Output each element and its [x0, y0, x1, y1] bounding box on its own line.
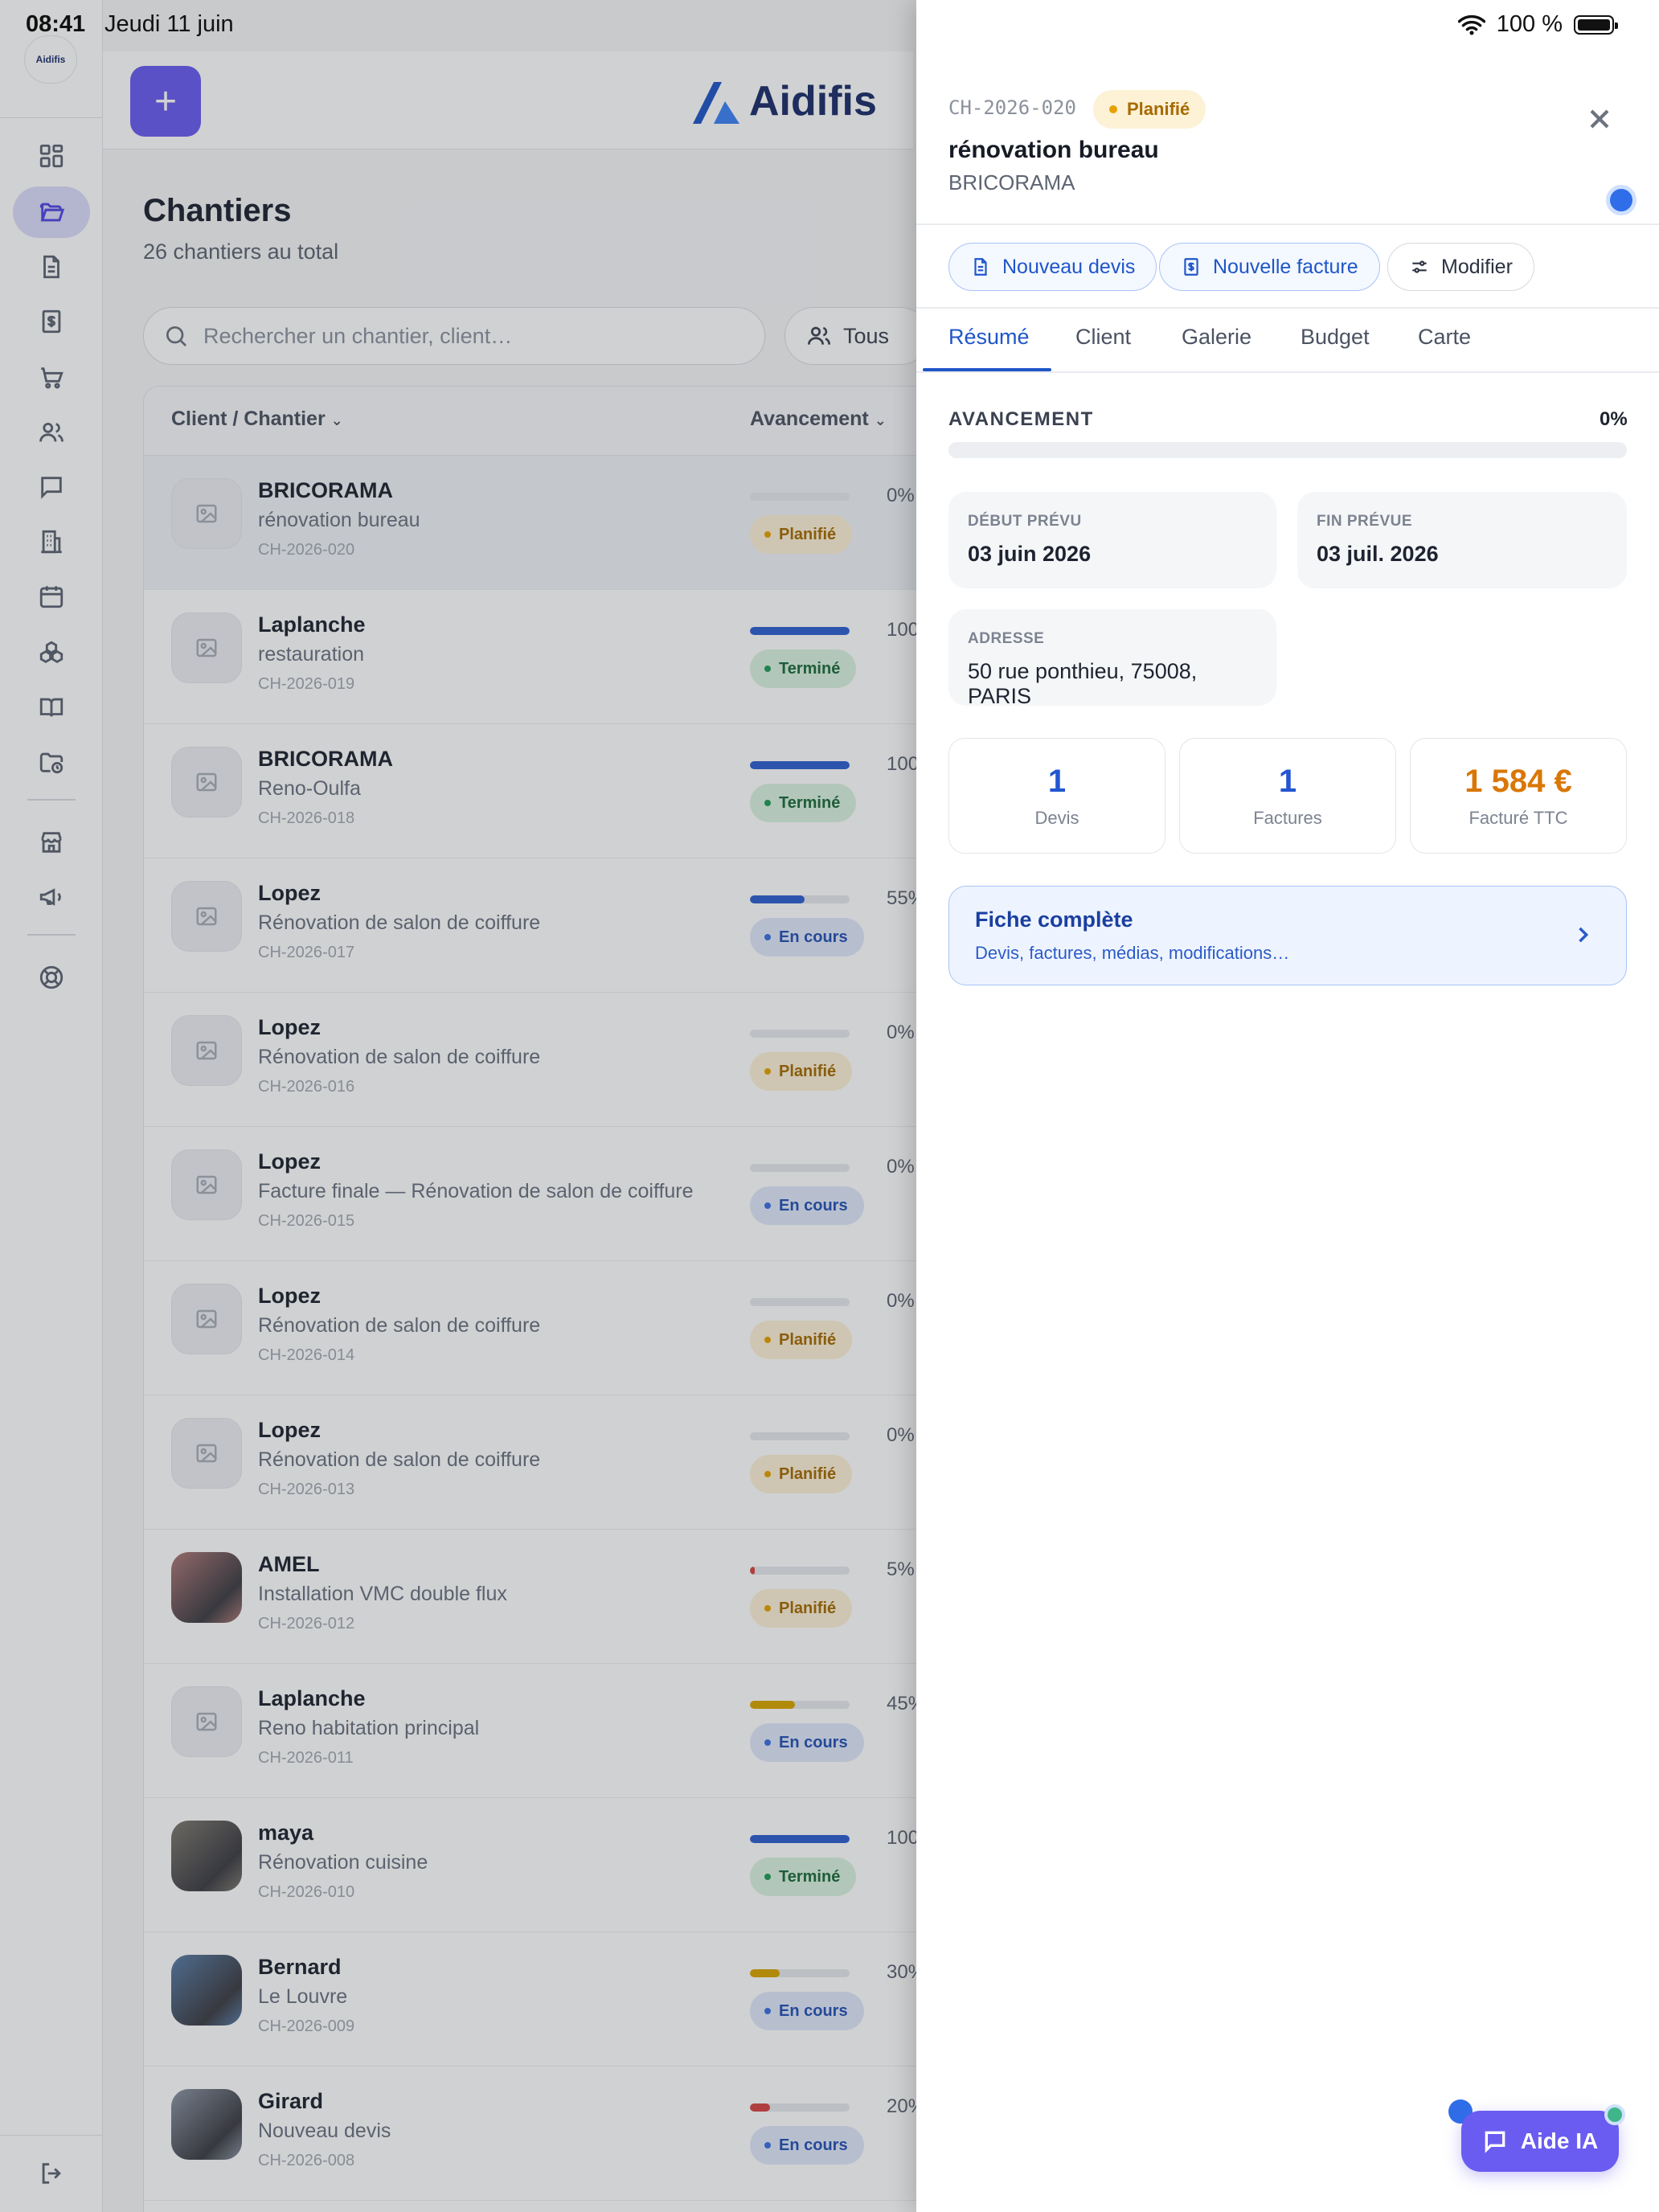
stat-invoices-caption: Factures	[1253, 807, 1322, 828]
ai-assistant-button[interactable]: Aide IA	[1461, 2111, 1619, 2172]
new-invoice-button[interactable]: Nouvelle facture	[1159, 243, 1380, 291]
address-value: 50 rue ponthieu, 75008, PARIS	[968, 659, 1198, 708]
stat-billed[interactable]: 1 584 € Facturé TTC	[1410, 738, 1627, 854]
stat-invoices[interactable]: 1 Factures	[1179, 738, 1396, 854]
document-icon	[974, 258, 987, 276]
stat-invoices-value: 1	[1278, 763, 1297, 799]
stat-billed-value: 1 584 €	[1464, 763, 1572, 799]
stat-billed-caption: Facturé TTC	[1469, 807, 1568, 828]
new-quote-button[interactable]: Nouveau devis	[948, 243, 1157, 291]
modal-backdrop[interactable]	[0, 0, 916, 2212]
project-title: rénovation bureau	[948, 137, 1159, 163]
indicator-dot	[1606, 185, 1636, 215]
start-date-label: DÉBUT PRÉVU	[968, 513, 1082, 530]
project-ref: CH-2026-020	[948, 96, 1076, 119]
address-label: ADRESSE	[968, 630, 1045, 647]
assistant-online-dot	[1604, 2104, 1625, 2125]
start-date-value: 03 juin 2026	[968, 542, 1092, 566]
tab-map[interactable]: Carte	[1418, 325, 1471, 350]
end-date-label: FIN PRÉVUE	[1317, 513, 1413, 530]
tab-gallery[interactable]: Galerie	[1182, 325, 1251, 350]
battery-icon	[1574, 14, 1618, 35]
stat-quotes-caption: Devis	[1034, 807, 1079, 828]
battery-percent: 100 %	[1496, 11, 1563, 37]
divider	[916, 223, 1659, 225]
stat-quotes-value: 1	[1047, 763, 1067, 799]
sliders-icon	[1412, 260, 1427, 273]
chat-icon	[1485, 2131, 1505, 2153]
status-time: 08:41	[26, 11, 86, 37]
wifi-icon	[1457, 14, 1485, 35]
status-badge: Planifié	[1093, 90, 1206, 129]
end-date-value: 03 juil. 2026	[1317, 542, 1439, 566]
full-record-title: Fiche complète	[975, 907, 1133, 932]
edit-button[interactable]: Modifier	[1387, 243, 1534, 291]
status-indicators: 100 %	[1457, 11, 1618, 38]
invoice-icon	[1184, 258, 1198, 276]
full-record-subtitle: Devis, factures, médias, modifications…	[975, 943, 1290, 963]
progress-label: AVANCEMENT	[948, 408, 1094, 430]
divider	[916, 371, 1659, 373]
divider	[916, 307, 1659, 309]
address-card: ADRESSE 50 rue ponthieu, 75008, PARIS	[948, 609, 1276, 708]
project-client: BRICORAMA	[948, 170, 1075, 195]
status-date: Jeudi 11 juin	[104, 11, 234, 37]
end-date-card: FIN PRÉVUE 03 juil. 2026	[1297, 492, 1627, 588]
stat-quotes[interactable]: 1 Devis	[948, 738, 1165, 854]
chevron-right-icon	[1571, 924, 1594, 946]
progress-bar	[948, 442, 1627, 458]
full-record-link[interactable]: Fiche complète Devis, factures, médias, …	[948, 886, 1627, 985]
tab-client[interactable]: Client	[1075, 325, 1131, 350]
status-dot	[1109, 105, 1117, 113]
tab-resume[interactable]: Résumé	[948, 325, 1030, 350]
progress-percent: 0%	[1600, 408, 1628, 430]
start-date-card: DÉBUT PRÉVU 03 juin 2026	[948, 492, 1276, 588]
tab-budget[interactable]: Budget	[1301, 325, 1370, 350]
close-icon[interactable]	[1583, 103, 1616, 135]
